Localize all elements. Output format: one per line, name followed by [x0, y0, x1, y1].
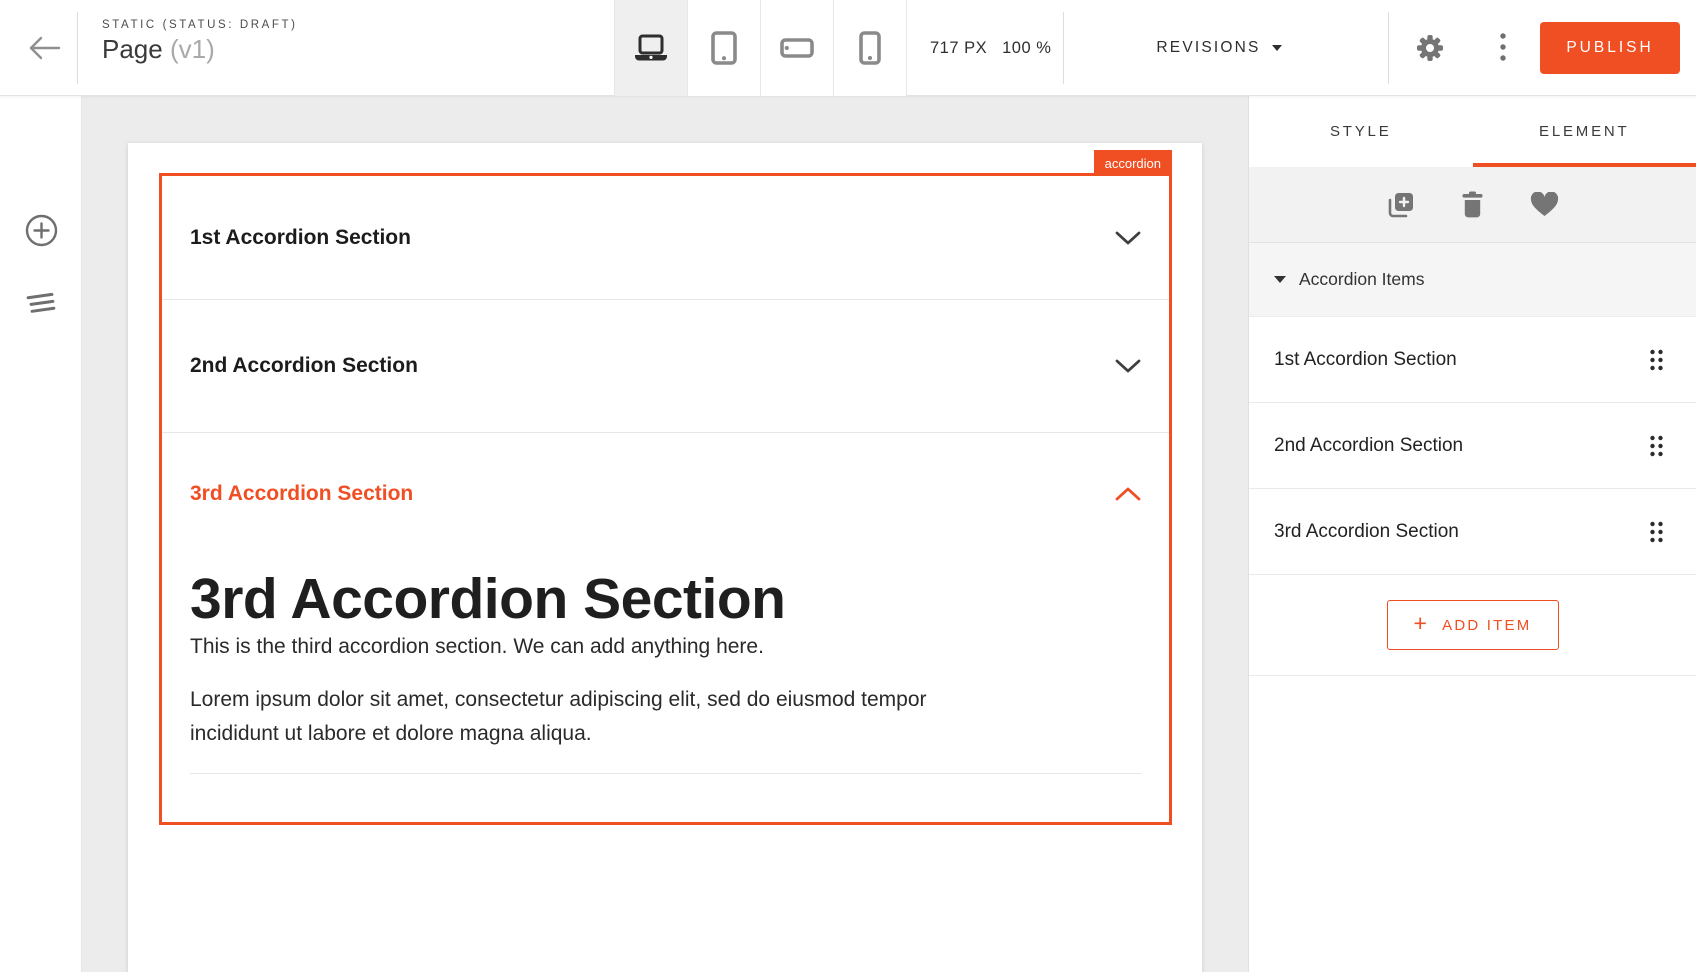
caret-down-icon	[1274, 276, 1286, 283]
accordion-section-header-3[interactable]: 3rd Accordion Section	[162, 433, 1169, 555]
plus-icon: +	[1414, 610, 1430, 637]
drag-handle-icon[interactable]	[1649, 521, 1664, 543]
chevron-down-icon	[1272, 45, 1282, 51]
phone-landscape-icon	[780, 38, 814, 58]
item-label: 3rd Accordion Section	[1274, 521, 1459, 543]
device-phone-button[interactable]	[834, 0, 907, 96]
content-body: Lorem ipsum dolor sit amet, consectetur …	[190, 683, 1020, 751]
drag-handle-icon[interactable]	[1649, 349, 1664, 371]
device-desktop-button[interactable]	[615, 0, 688, 96]
divider	[1063, 12, 1064, 84]
viewport-size-info: 717 PX 100 %	[930, 0, 1051, 96]
item-label: 2nd Accordion Section	[1274, 435, 1463, 457]
accordion-expanded-content: 3rd Accordion Section This is the third …	[162, 568, 1169, 774]
device-preview-group	[614, 0, 907, 96]
device-landscape-button[interactable]	[761, 0, 834, 96]
duplicate-button[interactable]	[1387, 191, 1415, 219]
add-item-button[interactable]: + ADD ITEM	[1387, 600, 1559, 650]
inspector-panel: STYLE ELEMENT	[1248, 96, 1696, 972]
heart-icon	[1530, 192, 1559, 217]
arrow-left-icon	[28, 36, 62, 60]
laptop-icon	[633, 34, 669, 62]
add-item-row: + ADD ITEM	[1249, 575, 1696, 676]
selected-element-outline: accordion 1st Accordion Section 2nd Acco…	[159, 173, 1172, 825]
item-label: 1st Accordion Section	[1274, 349, 1457, 371]
page-title: Page (v1)	[102, 34, 298, 65]
page-structure-button[interactable]	[24, 286, 58, 320]
revisions-label: REVISIONS	[1156, 39, 1260, 57]
divider	[77, 12, 78, 84]
panel-item-row-2[interactable]: 2nd Accordion Section	[1249, 403, 1696, 489]
add-element-button[interactable]	[24, 213, 58, 247]
page-title-block: STATIC (STATUS: DRAFT) Page (v1)	[102, 19, 298, 65]
device-tablet-button[interactable]	[688, 0, 761, 96]
top-bar: STATIC (STATUS: DRAFT) Page (v1)	[0, 0, 1696, 96]
revisions-dropdown[interactable]: REVISIONS	[1106, 0, 1332, 96]
delete-button[interactable]	[1461, 191, 1484, 218]
accordion-items-group-label: Accordion Items	[1299, 269, 1424, 290]
plus-circle-icon	[25, 214, 58, 247]
viewport-width-value: 717 PX	[930, 39, 987, 58]
chevron-up-icon[interactable]	[1115, 486, 1141, 502]
accordion-section-title: 3rd Accordion Section	[190, 482, 413, 506]
panel-item-row-1[interactable]: 1st Accordion Section	[1249, 317, 1696, 403]
accordion-section-title: 2nd Accordion Section	[190, 354, 418, 378]
accordion-section-header-1[interactable]: 1st Accordion Section	[162, 176, 1169, 300]
divider	[190, 773, 1141, 774]
trash-icon	[1461, 191, 1484, 218]
element-actions-toolbar	[1249, 167, 1696, 243]
favorite-button[interactable]	[1530, 192, 1559, 217]
left-toolbar	[0, 96, 82, 972]
drag-handle-icon[interactable]	[1649, 435, 1664, 457]
tab-element[interactable]: ELEMENT	[1473, 96, 1696, 167]
accordion-section-header-2[interactable]: 2nd Accordion Section	[162, 300, 1169, 433]
editor-canvas: accordion 1st Accordion Section 2nd Acco…	[82, 96, 1248, 972]
inspector-tabs: STYLE ELEMENT	[1249, 96, 1696, 167]
selected-element-tag: accordion	[1094, 150, 1172, 176]
tablet-icon	[711, 31, 737, 65]
status-label: STATIC (STATUS: DRAFT)	[102, 19, 298, 31]
add-item-label: ADD ITEM	[1442, 617, 1531, 634]
page-version: (v1)	[170, 34, 215, 64]
kebab-menu-icon	[1500, 33, 1506, 63]
back-button[interactable]	[16, 0, 74, 96]
accordion-section-title: 1st Accordion Section	[190, 226, 411, 250]
chevron-down-icon[interactable]	[1115, 358, 1141, 374]
chevron-down-icon[interactable]	[1115, 230, 1141, 246]
gear-icon	[1416, 34, 1444, 62]
more-options-button[interactable]	[1480, 0, 1526, 96]
content-heading: 3rd Accordion Section	[190, 568, 1141, 631]
zoom-level-value: 100 %	[1002, 39, 1051, 58]
settings-button[interactable]	[1402, 0, 1458, 96]
publish-button[interactable]: PUBLISH	[1540, 22, 1680, 74]
divider	[1388, 12, 1389, 84]
phone-icon	[859, 31, 881, 65]
tab-style[interactable]: STYLE	[1249, 96, 1473, 167]
duplicate-icon	[1387, 191, 1415, 219]
accordion-items-group-toggle[interactable]: Accordion Items	[1249, 243, 1696, 317]
content-intro: This is the third accordion section. We …	[190, 635, 1141, 659]
panel-item-row-3[interactable]: 3rd Accordion Section	[1249, 489, 1696, 575]
structure-list-icon	[24, 290, 58, 316]
page-preview[interactable]: accordion 1st Accordion Section 2nd Acco…	[128, 143, 1202, 972]
